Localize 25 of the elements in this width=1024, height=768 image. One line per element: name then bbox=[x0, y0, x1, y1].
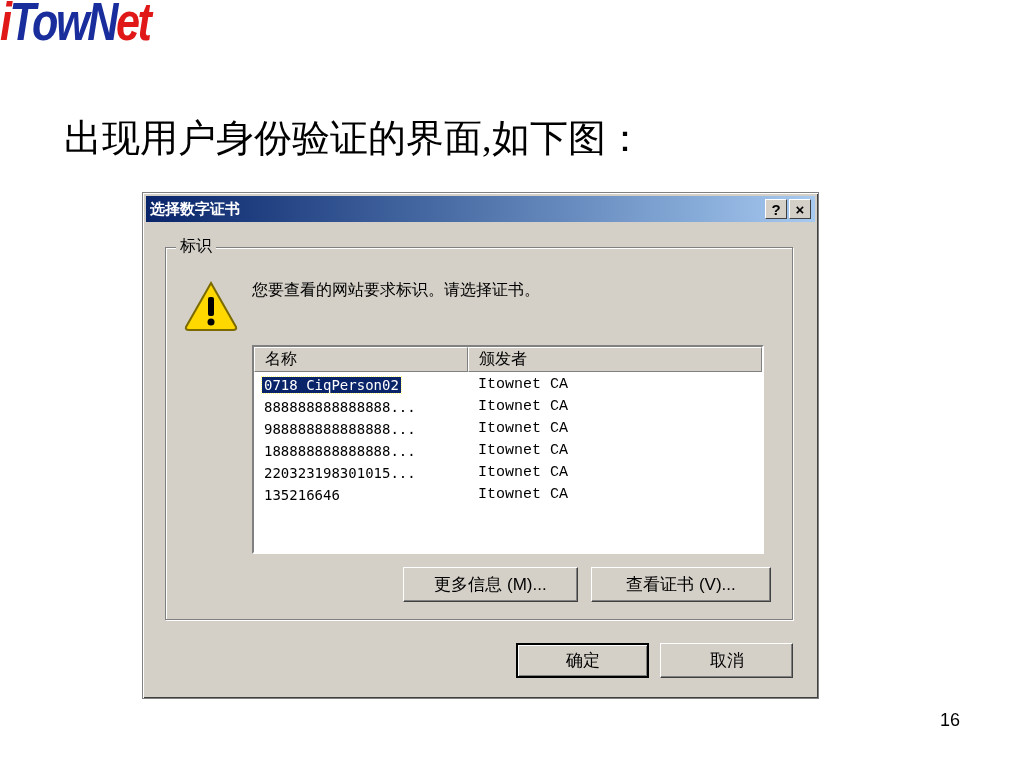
issuer-cell-text: Itownet CA bbox=[477, 418, 568, 439]
issuer-cell-text: Itownet CA bbox=[477, 484, 568, 505]
issuer-cell-text: Itownet CA bbox=[477, 396, 568, 417]
issuer-cell-text: Itownet CA bbox=[477, 462, 568, 483]
certificate-name[interactable]: 0718 CiqPerson02 bbox=[262, 377, 401, 393]
issuer-cell-text: Itownet CA bbox=[477, 374, 568, 395]
message-text: 您要查看的网站要求标识。请选择证书。 bbox=[252, 280, 540, 300]
column-header[interactable]: 颁发者 bbox=[468, 347, 762, 372]
certificate-name[interactable]: 220323198301015... bbox=[262, 465, 418, 481]
group-label: 标识 bbox=[176, 235, 216, 257]
slide-heading: 出现用户身份验证的界面,如下图： bbox=[64, 116, 644, 161]
help-button[interactable]: ? bbox=[765, 199, 787, 219]
certificate-name[interactable]: 135216646 bbox=[262, 487, 342, 503]
certificate-name[interactable]: 188888888888888... bbox=[262, 443, 418, 459]
certificate-name[interactable]: 988888888888888... bbox=[262, 421, 418, 437]
window-title: 选择数字证书 bbox=[150, 198, 240, 219]
issuer-cell-text: Itownet CA bbox=[477, 440, 568, 461]
ok-button[interactable]: 确定 bbox=[516, 643, 649, 678]
view-certificate-button[interactable]: 查看证书 (V)... bbox=[591, 567, 771, 602]
certificate-name[interactable]: 888888888888888... bbox=[262, 399, 418, 415]
cancel-button[interactable]: 取消 bbox=[660, 643, 793, 678]
close-button[interactable]: × bbox=[789, 199, 811, 219]
page-number: 16 bbox=[940, 709, 961, 732]
column-header[interactable]: 名称 bbox=[254, 347, 468, 372]
more-info-button[interactable]: 更多信息 (M)... bbox=[403, 567, 578, 602]
